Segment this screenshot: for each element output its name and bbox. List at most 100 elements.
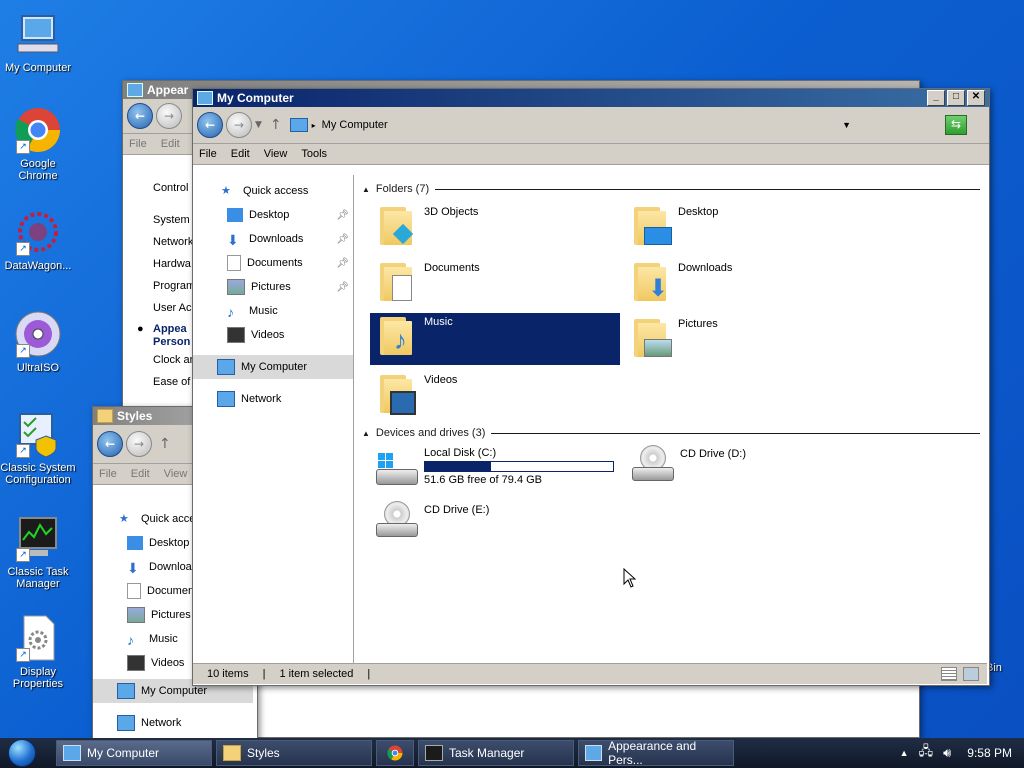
menu-file[interactable]: File xyxy=(129,138,147,150)
folders-group-header[interactable]: ▲ Folders (7) xyxy=(362,183,980,195)
folder-tile[interactable]: ⬇ Downloads xyxy=(624,259,874,311)
star-icon: ★ xyxy=(221,185,231,197)
navigation-pane: ★ Quick access Desktop 📌︎ ⬇ Downloads 📌︎ Doc… xyxy=(193,175,354,663)
refresh-button[interactable]: ⇆ xyxy=(945,115,967,135)
menu-file[interactable]: File xyxy=(99,468,117,480)
pin-icon[interactable]: 📌︎ xyxy=(336,234,349,245)
nav-network[interactable]: Network xyxy=(93,711,253,735)
menu-view[interactable]: View xyxy=(264,148,288,160)
folder-name: Pictures xyxy=(678,318,718,330)
folder-tile[interactable]: Pictures xyxy=(624,315,874,367)
shortcut-arrow-icon: ↗ xyxy=(16,242,30,256)
back-button[interactable]: ← xyxy=(127,103,153,129)
nav-downloads[interactable]: ⬇ Downloads 📌︎ xyxy=(193,227,353,251)
desktop-icon-ultraiso[interactable]: ↗ UltraISO xyxy=(0,310,76,374)
show-hidden-icons-icon[interactable]: ▲ xyxy=(900,748,909,758)
desktop-icon-my-computer[interactable]: My Computer xyxy=(0,10,76,74)
my-computer-window[interactable]: My Computer _ □ ✕ ← → ▼ ↑ ▸ My Computer … xyxy=(192,88,990,686)
chrome-icon xyxy=(387,745,403,761)
nav-control-panel[interactable]: Control xyxy=(153,177,195,199)
forward-button[interactable]: → xyxy=(156,103,182,129)
address-dropdown-icon[interactable]: ▼ xyxy=(842,120,851,130)
content-pane: ▲ Folders (7) 3D Objects Desktop Documen… xyxy=(356,175,987,663)
up-arrow-icon[interactable]: ↑ xyxy=(159,436,171,452)
nav-my-computer[interactable]: My Computer xyxy=(193,355,353,379)
taskbar-button-appearance[interactable]: Appearance and Pers... xyxy=(578,739,734,767)
collapse-arrow-icon[interactable]: ▲ xyxy=(362,429,370,438)
nav-appearance-current[interactable]: ● Appea Person xyxy=(137,323,195,349)
desktop-icon-classic-system-configuration[interactable]: ↗ Classic System Configuration xyxy=(0,410,76,486)
shortcut-arrow-icon: ↗ xyxy=(16,344,30,358)
nav-pictures[interactable]: Pictures 📌︎ xyxy=(193,275,353,299)
nav-system[interactable]: System xyxy=(153,209,195,231)
menu-tools[interactable]: Tools xyxy=(301,148,327,160)
maximize-button[interactable]: □ xyxy=(947,90,965,106)
minimize-button[interactable]: _ xyxy=(927,90,945,106)
task-manager-icon xyxy=(425,745,443,761)
nav-videos[interactable]: Videos xyxy=(193,323,353,347)
nav-clock[interactable]: Clock ar xyxy=(153,349,195,371)
folder-tile[interactable]: 3D Objects xyxy=(370,203,620,255)
nav-network[interactable]: Network xyxy=(193,387,353,411)
taskbar-button-task-manager[interactable]: Task Manager xyxy=(418,740,574,766)
desktop-icon-label: Classic Task Manager xyxy=(7,566,69,590)
my-computer-titlebar[interactable]: My Computer _ □ ✕ xyxy=(193,89,989,107)
nav-ease-of-access[interactable]: Ease of xyxy=(153,371,195,393)
drive-usage-fill xyxy=(425,462,491,471)
taskbar-button-chrome[interactable] xyxy=(376,740,414,766)
up-arrow-icon[interactable]: ↑ xyxy=(270,117,282,133)
clock[interactable]: 9:58 PM xyxy=(967,746,1012,760)
details-view-icon[interactable] xyxy=(941,667,957,681)
shortcut-arrow-icon: ↗ xyxy=(16,140,30,154)
forward-button[interactable]: → xyxy=(126,431,152,457)
volume-icon[interactable]: 🔊︎ xyxy=(943,745,951,761)
nav-documents[interactable]: Documents 📌︎ xyxy=(193,251,353,275)
nav-network[interactable]: Network xyxy=(153,231,195,253)
pin-icon[interactable]: 📌︎ xyxy=(336,282,349,293)
desktop-icon xyxy=(227,208,243,222)
tiles-view-icon[interactable] xyxy=(963,667,979,681)
document-icon xyxy=(227,255,241,271)
nav-user-accounts[interactable]: User Ac xyxy=(153,297,195,319)
back-button[interactable]: ← xyxy=(97,431,123,457)
recent-dropdown-icon[interactable]: ▼ xyxy=(255,120,262,130)
folder-tile[interactable]: Documents xyxy=(370,259,620,311)
menu-edit[interactable]: Edit xyxy=(161,138,180,150)
desktop-icon-datawagon[interactable]: ↗ DataWagon... xyxy=(0,208,76,272)
devices-group-header[interactable]: ▲ Devices and drives (3) xyxy=(362,427,980,439)
menu-edit[interactable]: Edit xyxy=(131,468,150,480)
menu-edit[interactable]: Edit xyxy=(231,148,250,160)
nav-quick-access[interactable]: ★ Quick access xyxy=(193,179,353,203)
nav-programs[interactable]: Program xyxy=(153,275,195,297)
nav-hardware[interactable]: Hardwa xyxy=(153,253,195,275)
collapse-arrow-icon[interactable]: ▲ xyxy=(362,185,370,194)
folder-tile[interactable]: Desktop xyxy=(624,203,874,255)
desktop-icon xyxy=(127,536,143,550)
desktop-icon-classic-task-manager[interactable]: ↗ Classic Task Manager xyxy=(0,514,76,590)
network-status-icon[interactable]: 🖧︎ xyxy=(919,742,934,764)
download-arrow-icon: ⬇ xyxy=(127,560,139,576)
drive-tile-e[interactable]: CD Drive (E:) xyxy=(370,501,620,551)
desktop-icon-display-properties[interactable]: ↗ Display Properties xyxy=(0,614,76,690)
pin-icon[interactable]: 📌︎ xyxy=(336,210,349,221)
back-button[interactable]: ← xyxy=(197,112,223,138)
menu-view[interactable]: View xyxy=(164,468,188,480)
pictures-icon xyxy=(127,607,145,623)
start-button[interactable] xyxy=(0,738,44,768)
folder-tile-selected[interactable]: ♪ Music xyxy=(370,313,620,365)
nav-music[interactable]: ♪ Music xyxy=(193,299,353,323)
address-bar[interactable]: ▸ My Computer ▼ xyxy=(289,114,945,136)
nav-desktop[interactable]: Desktop 📌︎ xyxy=(193,203,353,227)
breadcrumb-arrow-icon[interactable]: ▸ xyxy=(312,121,316,130)
menu-file[interactable]: File xyxy=(199,148,217,160)
drive-tile-c[interactable]: Local Disk (C:) 51.6 GB free of 79.4 GB xyxy=(370,445,620,495)
taskbar-button-my-computer[interactable]: My Computer xyxy=(56,740,212,766)
drive-tile-d[interactable]: CD Drive (D:) xyxy=(624,445,874,495)
forward-button[interactable]: → xyxy=(226,112,252,138)
folder-tile[interactable]: Videos xyxy=(370,371,620,423)
close-button[interactable]: ✕ xyxy=(967,90,985,106)
desktop-icon-google-chrome[interactable]: ↗ Google Chrome xyxy=(0,106,76,182)
taskbar-button-styles[interactable]: Styles xyxy=(216,740,372,766)
windows-orb-icon xyxy=(8,739,36,767)
pin-icon[interactable]: 📌︎ xyxy=(336,258,349,269)
